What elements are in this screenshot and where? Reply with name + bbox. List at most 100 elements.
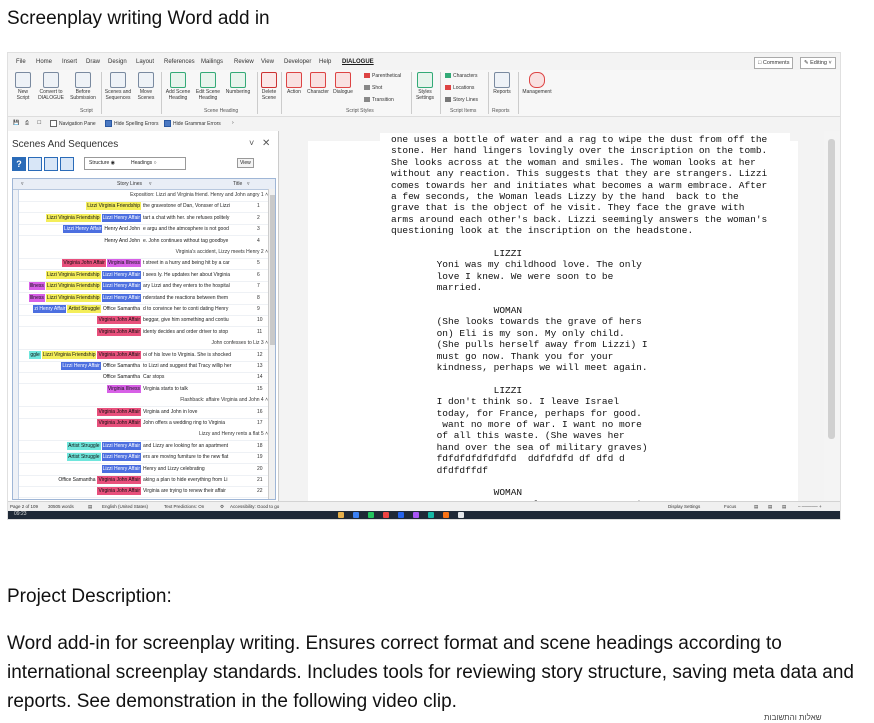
scene-row[interactable]: Virginia John Affair Virginia are trying … [19,486,268,499]
hide-spelling-checkbox[interactable] [105,120,112,127]
tab-mailings[interactable]: Mailings [201,59,223,65]
nav-pane-toggle[interactable]: Navigation Pane [50,120,96,127]
page-icon[interactable]: ☐ [37,120,41,126]
app-icon[interactable] [428,512,434,518]
app-icon[interactable] [443,512,449,518]
document-page[interactable]: one uses a bottle of water and a rag to … [308,134,798,519]
scene-row[interactable]: zi Henry Affair Artist Struggle Office Sam… [19,304,268,316]
scene-row[interactable]: Office Samantha Car stops 14 [19,372,268,385]
print-layout-icon[interactable]: ▤ [768,504,772,510]
edit-list-icon[interactable] [28,157,42,171]
delete-scene-button[interactable]: Delete Scene [260,72,278,101]
close-icon[interactable]: ✕ [262,138,270,149]
word-app-icon[interactable] [398,512,404,518]
tab-review[interactable]: Review [234,59,254,65]
view-button[interactable]: View [237,158,254,168]
story-lines-button[interactable]: Story Lines [445,97,478,103]
tab-developer[interactable]: Developer [284,59,311,65]
sequence-header-row[interactable]: Lizzy and Henry rents a flat 5 ˄ [19,429,268,442]
sequence-header-row[interactable]: John confesses to Liz 3 ˄ [19,338,268,351]
scrollbar-thumb[interactable] [828,139,835,439]
scene-row[interactable]: Illness Lizzi Virginia Friendship Lizzi He… [19,293,268,305]
sequence-header-row[interactable]: Exposition: Lizzi and Virginia friend. H… [19,190,268,202]
transition-button[interactable]: Transition [364,97,394,103]
hide-spelling-toggle[interactable]: Hide Spelling Errors [105,120,158,127]
scene-row[interactable]: Virginia John Affair identy decides and o… [19,327,268,339]
filter-icon[interactable]: ▿ [247,181,250,187]
help-icon[interactable]: ? [12,157,26,171]
print-icon[interactable]: ⎙ [25,120,29,126]
structure-radio[interactable]: Structure ◉ [89,158,115,169]
read-mode-icon[interactable]: ▤ [754,504,758,510]
scene-row[interactable]: Artist Struggle Lizzi Henry Affair and Liz… [19,441,268,453]
edit-scene-heading-button[interactable]: Edit Scene Heading [194,72,222,101]
scene-row[interactable]: Virginia John Affair beggar, give him som… [19,315,268,328]
nav-pane-checkbox[interactable] [50,120,57,127]
tab-design[interactable]: Design [108,59,127,65]
app-icon[interactable] [353,512,359,518]
tab-view[interactable]: View [261,59,274,65]
move-scenes-button[interactable]: Move Scenes [134,72,158,101]
app-icon[interactable] [368,512,374,518]
character-button[interactable]: Character [306,72,330,95]
filter-icon[interactable]: ▿ [21,181,24,187]
sequence-header-row[interactable]: Flashback: affaire Virginia and John 4 ˄ [19,395,268,408]
tab-dialogue[interactable]: DIALOGUE [342,59,374,65]
tab-draw[interactable]: Draw [86,59,100,65]
expand-icon[interactable] [44,157,58,171]
before-submission-button[interactable]: Before Submission [68,72,98,101]
col-story-lines[interactable]: Story Lines [117,181,142,187]
save-icon[interactable]: 💾 [13,120,19,126]
scene-row[interactable]: Lizzi Virginia Friendship Lizzi Henry Aff… [19,213,268,225]
numbering-button[interactable]: Numbering [223,72,253,95]
scene-row[interactable]: Virginia Illness Virginia starts to talk 1… [19,384,268,396]
document-scrollbar[interactable] [824,131,840,501]
scene-row[interactable]: Lizzi Virginia Friendship the gravestone … [19,201,268,214]
action-button[interactable]: Action [284,72,304,95]
scene-row[interactable]: Virginia John Affair John offers a weddin… [19,418,268,430]
scene-row[interactable]: Lizzi Henry Affair Henry And John e argu a… [19,224,268,237]
scene-row[interactable]: ggle Lizzi Virginia Friendship Virginia Jo… [19,350,268,362]
tab-file[interactable]: File [16,59,26,65]
scene-row[interactable]: Office Samantha Virginia John Affair aking… [19,475,268,487]
scenes-sequences-button[interactable]: Scenes and Sequences [104,72,132,101]
proofing-icon[interactable]: ▤ [88,504,92,510]
accessibility-status[interactable]: Accessibility: Good to go [230,504,279,509]
shot-button[interactable]: Shot [364,85,382,91]
focus-button[interactable]: Focus [724,504,736,509]
comments-button[interactable]: □ Comments [754,57,794,69]
locations-button[interactable]: Locations [445,85,474,91]
add-scene-heading-button[interactable]: Add Scene Heading [164,72,192,101]
editing-button[interactable]: ✎ Editing ˅ [800,57,836,69]
accessibility-icon[interactable]: ⚙ [220,504,224,510]
list-icon[interactable] [60,157,74,171]
scene-row[interactable]: Lizzi Henry Affair Henry and Lizzy celebr… [19,464,268,476]
scene-row[interactable]: Artist Struggle Lizzi Henry Affair ers are… [19,452,268,465]
app-icon[interactable] [458,512,464,518]
scene-row[interactable]: Lizzi Virginia Friendship Lizzi Henry Aff… [19,270,268,282]
language[interactable]: English (United States) [102,504,148,509]
parenthetical-button[interactable]: Parenthetical [364,73,401,79]
filter-icon[interactable]: ▿ [149,181,152,187]
page-count[interactable]: Page 2 of 109 [10,504,38,509]
scene-row[interactable]: Illness Lizzi Virginia Friendship Lizzi He… [19,281,268,294]
scene-row[interactable]: Virginia John Affair Virginia Illness t st… [19,258,268,271]
scrollbar-thumb[interactable] [270,195,275,345]
dialogue-button[interactable]: Dialogue [331,72,355,95]
management-button[interactable]: Management [520,72,554,95]
scene-row[interactable]: Virginia John Affair Virginia and John in… [19,407,268,419]
web-layout-icon[interactable]: ▤ [782,504,786,510]
word-count[interactable]: 30505 words [48,504,74,509]
tab-home[interactable]: Home [36,59,52,65]
hide-grammar-toggle[interactable]: Hide Grammar Errors [164,120,221,127]
text-predictions[interactable]: Text Predictions: On [164,504,204,509]
col-title[interactable]: Title [233,181,242,187]
tab-help[interactable]: Help [319,59,331,65]
headings-radio[interactable]: Headings ○ [131,158,157,169]
sequence-header-row[interactable]: Virginia's accident, Lizzy meets Henry 2… [19,247,268,259]
display-settings[interactable]: Display Settings [668,504,700,509]
scene-row[interactable]: Henry And John e. John continues without … [19,236,268,248]
tab-insert[interactable]: Insert [62,59,77,65]
grid-scrollbar[interactable] [268,189,275,499]
convert-button[interactable]: Convert to DIALOGUE [36,72,66,101]
